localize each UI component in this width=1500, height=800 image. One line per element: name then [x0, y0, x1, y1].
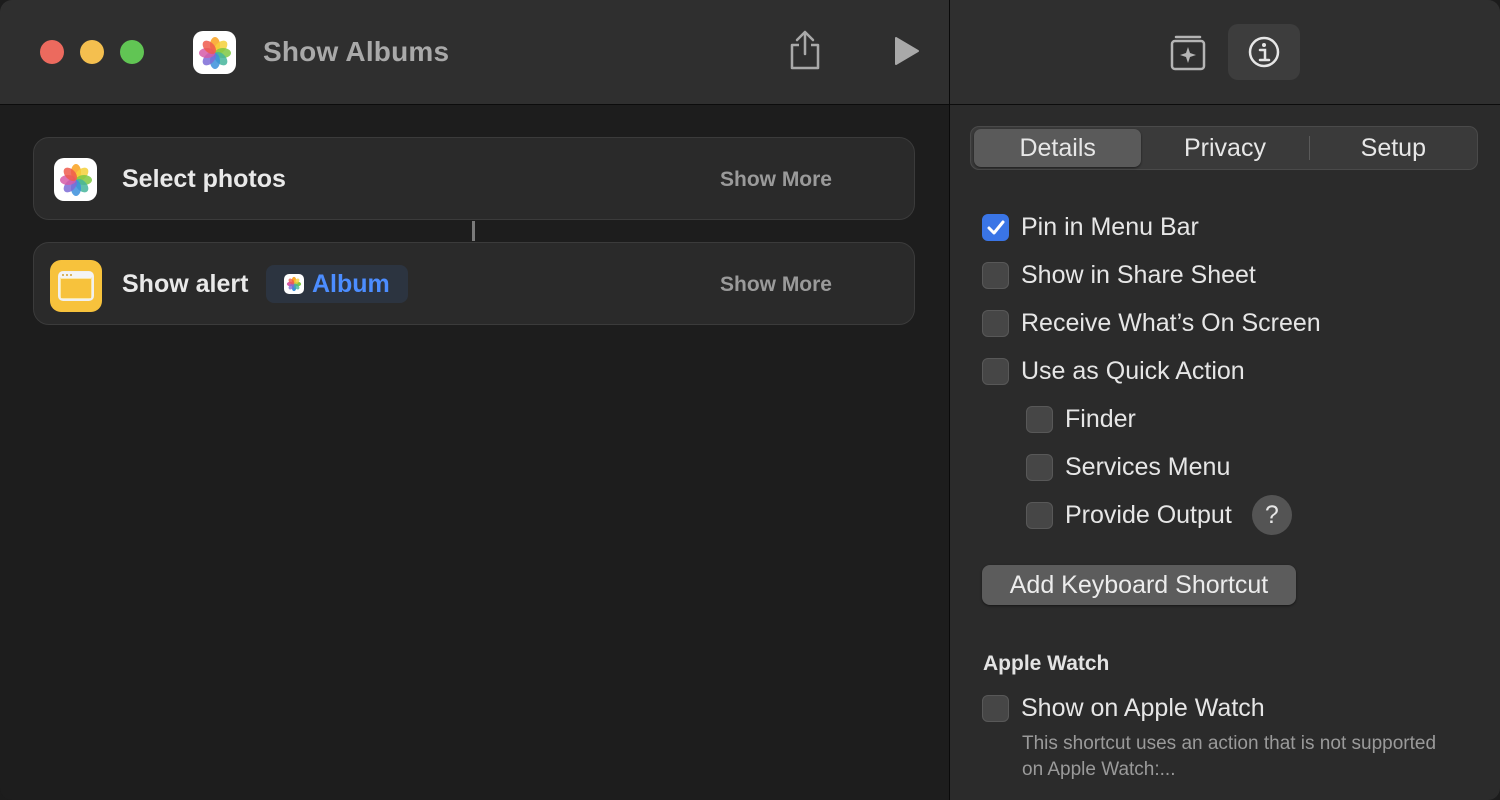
- option-label: Receive What’s On Screen: [1021, 309, 1321, 337]
- editor-pane: Show Albums Select photos Show More Show…: [0, 0, 949, 800]
- minimize-button[interactable]: [80, 40, 104, 64]
- option-show-on-apple-watch[interactable]: Show on Apple Watch: [982, 694, 1265, 723]
- option-show-in-share-sheet[interactable]: Show in Share Sheet: [982, 261, 1256, 290]
- add-keyboard-shortcut-button[interactable]: Add Keyboard Shortcut: [982, 565, 1296, 605]
- option-pin-in-menu-bar[interactable]: Pin in Menu Bar: [982, 213, 1199, 242]
- alert-icon: [50, 260, 102, 312]
- photos-icon: [193, 31, 236, 74]
- pin-in-menu-bar-checkbox[interactable]: [982, 214, 1009, 241]
- info-icon: [1248, 36, 1280, 68]
- tab-setup[interactable]: Setup: [1310, 129, 1477, 167]
- action-connector: [472, 221, 475, 241]
- run-button[interactable]: [886, 30, 926, 72]
- show-on-apple-watch-checkbox[interactable]: [982, 695, 1009, 722]
- album-variable-token[interactable]: Album: [266, 265, 408, 303]
- show-in-share-sheet-checkbox[interactable]: [982, 262, 1009, 289]
- info-button[interactable]: [1228, 24, 1300, 80]
- show-more-button[interactable]: Show More: [720, 168, 832, 192]
- photos-icon: [284, 274, 304, 294]
- checkmark-icon: [987, 220, 1004, 234]
- apple-watch-heading: Apple Watch: [983, 652, 1110, 675]
- action-select-photos[interactable]: Select photos Show More: [33, 137, 915, 220]
- option-provide-output[interactable]: Provide Output ?: [1026, 495, 1292, 535]
- use-as-quick-action-checkbox[interactable]: [982, 358, 1009, 385]
- variable-label: Album: [312, 269, 390, 298]
- finder-checkbox[interactable]: [1026, 406, 1053, 433]
- share-icon: [790, 30, 820, 70]
- play-icon: [895, 37, 919, 65]
- maximize-button[interactable]: [120, 40, 144, 64]
- services-menu-checkbox[interactable]: [1026, 454, 1053, 481]
- action-library-icon: [1170, 35, 1206, 71]
- receive-whats-on-screen-checkbox[interactable]: [982, 310, 1009, 337]
- option-label: Services Menu: [1065, 453, 1231, 481]
- inspector-toolbar: [950, 0, 1500, 105]
- shortcut-editor-window: Show Albums Select photos Show More Show…: [0, 0, 1500, 800]
- option-finder[interactable]: Finder: [1026, 405, 1136, 434]
- option-label: Show on Apple Watch: [1021, 694, 1265, 722]
- shortcut-title[interactable]: Show Albums: [263, 36, 449, 68]
- tab-details[interactable]: Details: [974, 129, 1142, 167]
- option-label: Provide Output: [1065, 500, 1232, 529]
- action-label: Show alert: [122, 270, 249, 298]
- photos-icon: [54, 158, 97, 201]
- option-label: Show in Share Sheet: [1021, 261, 1256, 289]
- option-label: Use as Quick Action: [1021, 357, 1245, 385]
- inspector-pane: Details Privacy Setup Pin in Menu Bar Sh…: [950, 0, 1500, 800]
- inspector-tabs: Details Privacy Setup: [970, 126, 1478, 170]
- apple-watch-note: This shortcut uses an action that is not…: [1022, 733, 1437, 780]
- provide-output-checkbox[interactable]: [1026, 501, 1053, 529]
- option-label: Finder: [1065, 405, 1136, 433]
- option-services-menu[interactable]: Services Menu: [1026, 453, 1230, 482]
- tab-privacy[interactable]: Privacy: [1141, 129, 1308, 167]
- option-use-as-quick-action[interactable]: Use as Quick Action: [982, 357, 1245, 386]
- help-button[interactable]: ?: [1251, 495, 1292, 535]
- action-library-button[interactable]: [1152, 24, 1224, 80]
- show-more-button[interactable]: Show More: [720, 273, 832, 297]
- close-button[interactable]: [40, 40, 64, 64]
- share-button[interactable]: [784, 28, 826, 72]
- option-receive-whats-on-screen[interactable]: Receive What’s On Screen: [982, 309, 1321, 338]
- option-label: Pin in Menu Bar: [1021, 213, 1199, 241]
- title-bar: Show Albums: [0, 0, 949, 105]
- action-label: Select photos: [122, 165, 286, 193]
- action-show-alert[interactable]: Show alert Album Show More: [33, 242, 915, 325]
